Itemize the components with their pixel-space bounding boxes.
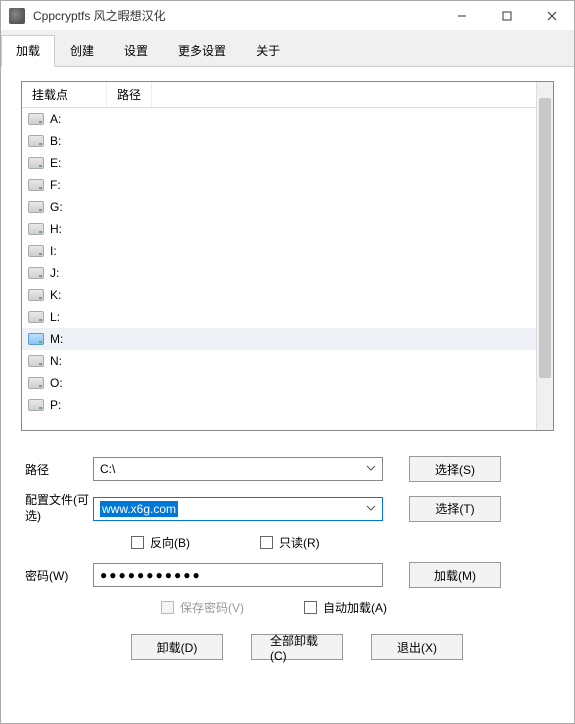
titlebar: Cppcryptfs 风之暇想汉化 xyxy=(1,1,574,31)
drive-letter: E: xyxy=(50,156,61,170)
drive-letter: F: xyxy=(50,178,61,192)
tab-content: 挂载点 路径 A: B: E: F: G: H: I: J: K: L: M: N: O: P: 路径 C… xyxy=(1,67,574,723)
password-label: 密码(W) xyxy=(21,567,93,584)
drive-icon xyxy=(28,311,44,323)
drive-icon xyxy=(28,157,44,169)
drive-icon xyxy=(28,113,44,125)
save-password-checkbox: 保存密码(V) xyxy=(161,599,244,616)
select-path-button[interactable]: 选择(S) xyxy=(409,456,501,482)
drive-row[interactable]: K: xyxy=(22,284,536,306)
drive-letter: P: xyxy=(50,398,61,412)
list-body: A: B: E: F: G: H: I: J: K: L: M: N: O: P: xyxy=(22,108,536,416)
drive-row[interactable]: F: xyxy=(22,174,536,196)
minimize-button[interactable] xyxy=(439,1,484,30)
drive-row[interactable]: M: xyxy=(22,328,536,350)
drive-icon xyxy=(28,377,44,389)
config-combo[interactable]: www.x6g.com xyxy=(93,497,383,521)
drive-letter: N: xyxy=(50,354,62,368)
drive-letter: L: xyxy=(50,310,60,324)
dismount-button[interactable]: 卸载(D) xyxy=(131,634,223,660)
drive-row[interactable]: B: xyxy=(22,130,536,152)
maximize-button[interactable] xyxy=(484,1,529,30)
scroll-thumb[interactable] xyxy=(539,98,551,378)
config-label: 配置文件(可选) xyxy=(21,493,93,524)
tab-mount[interactable]: 加载 xyxy=(1,35,55,67)
drive-row[interactable]: I: xyxy=(22,240,536,262)
drive-list: 挂载点 路径 A: B: E: F: G: H: I: J: K: L: M: N: O: P: xyxy=(21,81,554,431)
drive-letter: A: xyxy=(50,112,61,126)
drive-letter: I: xyxy=(50,244,57,258)
password-value: ●●●●●●●●●●● xyxy=(100,568,202,582)
chevron-down-icon xyxy=(366,462,376,476)
drive-letter: G: xyxy=(50,200,63,214)
drive-icon xyxy=(28,333,44,345)
path-combo[interactable]: C:\ xyxy=(93,457,383,481)
readonly-checkbox[interactable]: 只读(R) xyxy=(260,534,320,551)
drive-icon xyxy=(28,289,44,301)
drive-letter: J: xyxy=(50,266,59,280)
tab-settings[interactable]: 设置 xyxy=(109,35,163,66)
drive-letter: H: xyxy=(50,222,62,236)
drive-row[interactable]: A: xyxy=(22,108,536,130)
drive-row[interactable]: P: xyxy=(22,394,536,416)
drive-icon xyxy=(28,179,44,191)
automount-checkbox[interactable]: 自动加载(A) xyxy=(304,599,387,616)
drive-row[interactable]: J: xyxy=(22,262,536,284)
tab-create[interactable]: 创建 xyxy=(55,35,109,66)
drive-row[interactable]: G: xyxy=(22,196,536,218)
app-icon xyxy=(9,8,25,24)
form: 路径 C:\ 选择(S) 配置文件(可选) www.x6g.com 选择(T) … xyxy=(21,455,554,660)
exit-button[interactable]: 退出(X) xyxy=(371,634,463,660)
col-mount[interactable]: 挂载点 xyxy=(22,82,107,107)
drive-letter: M: xyxy=(50,332,63,346)
path-label: 路径 xyxy=(21,461,93,478)
list-header: 挂载点 路径 xyxy=(22,82,536,108)
tab-more-settings[interactable]: 更多设置 xyxy=(163,35,241,66)
drive-icon xyxy=(28,201,44,213)
dismount-all-button[interactable]: 全部卸载(C) xyxy=(251,634,343,660)
tab-bar: 加载 创建 设置 更多设置 关于 xyxy=(1,31,574,67)
window-controls xyxy=(439,1,574,30)
app-window: Cppcryptfs 风之暇想汉化 加载 创建 设置 更多设置 关于 挂载点 路… xyxy=(0,0,575,724)
chevron-down-icon xyxy=(366,502,376,516)
drive-icon xyxy=(28,135,44,147)
close-button[interactable] xyxy=(529,1,574,30)
drive-icon xyxy=(28,223,44,235)
select-config-button[interactable]: 选择(T) xyxy=(409,496,501,522)
tab-about[interactable]: 关于 xyxy=(241,35,295,66)
drive-icon xyxy=(28,267,44,279)
config-value: www.x6g.com xyxy=(100,501,178,517)
drive-row[interactable]: E: xyxy=(22,152,536,174)
drive-letter: K: xyxy=(50,288,61,302)
drive-icon xyxy=(28,399,44,411)
password-input[interactable]: ●●●●●●●●●●● xyxy=(93,563,383,587)
reverse-checkbox[interactable]: 反向(B) xyxy=(131,534,190,551)
drive-icon xyxy=(28,245,44,257)
path-value: C:\ xyxy=(100,462,115,476)
col-path[interactable]: 路径 xyxy=(107,82,152,107)
drive-letter: O: xyxy=(50,376,63,390)
drive-row[interactable]: H: xyxy=(22,218,536,240)
window-title: Cppcryptfs 风之暇想汉化 xyxy=(33,7,439,24)
drive-icon xyxy=(28,355,44,367)
drive-row[interactable]: N: xyxy=(22,350,536,372)
drive-row[interactable]: O: xyxy=(22,372,536,394)
mount-button[interactable]: 加载(M) xyxy=(409,562,501,588)
scrollbar[interactable] xyxy=(536,82,553,430)
drive-letter: B: xyxy=(50,134,61,148)
drive-row[interactable]: L: xyxy=(22,306,536,328)
